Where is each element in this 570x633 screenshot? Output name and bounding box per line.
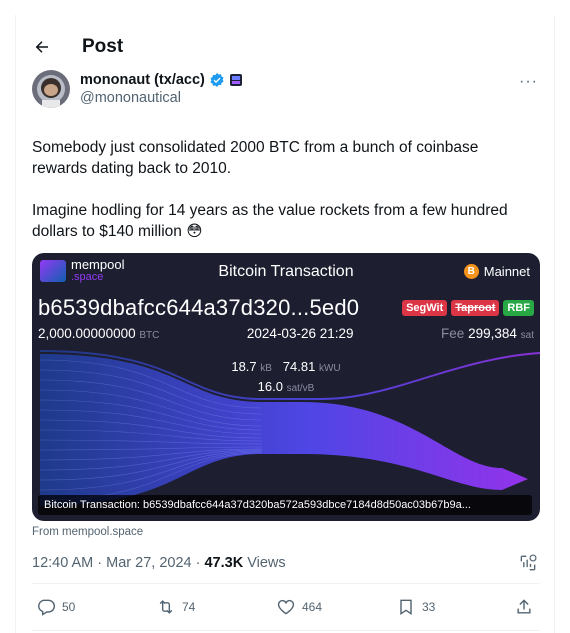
card-caption: Bitcoin Transaction: b6539dbafcc644a37d3… (38, 495, 532, 515)
repost-count: 74 (182, 600, 196, 614)
bitcoin-icon: B (463, 264, 479, 279)
feerate-stat: 16.0 sat/vB (32, 379, 540, 394)
reply-count: 50 (62, 600, 76, 614)
post-timestamp[interactable]: 12:40 AM · Mar 27, 2024 · (32, 555, 204, 571)
heart-icon (277, 599, 295, 615)
transaction-id: b6539dbafcc644a37d320...5ed0 (38, 295, 360, 320)
share-icon (517, 599, 531, 614)
weight-unit: kWU (318, 363, 341, 374)
analytics-icon (520, 554, 537, 571)
avatar[interactable] (32, 70, 70, 108)
taproot-badge: Taproot (451, 300, 500, 316)
bookmark-button[interactable]: 33 (396, 597, 435, 617)
rbf-badge: RBF (503, 300, 534, 316)
tx-size: 18.7 (231, 359, 257, 374)
views-label: Views (243, 555, 286, 571)
amount-value: 2,000.00000000 (38, 326, 136, 341)
post-meta: 12:40 AM · Mar 27, 2024 · 47.3K Views (32, 555, 286, 571)
view-count: 47.3K (204, 555, 244, 571)
tx-amount: 2,000.00000000 BTC (38, 326, 159, 341)
post-paragraph: Imagine hodling for 14 years as the valu… (32, 202, 508, 240)
tx-datetime: 2024-03-26 21:29 (246, 326, 354, 341)
tx-fee: Fee 299,384 sat (441, 326, 534, 341)
network-label: Mainnet (483, 264, 530, 279)
reply-button[interactable]: 50 (36, 597, 75, 617)
bookmark-count: 33 (422, 600, 436, 614)
share-button[interactable] (514, 597, 534, 617)
tx-weight: 74.81 (282, 359, 316, 374)
card-header: mempool .space Bitcoin Transaction B Mai… (32, 253, 540, 291)
post-text: Somebody just consolidated 2000 BTC from… (32, 137, 532, 263)
more-options-button[interactable]: ··· (519, 73, 538, 91)
verified-badge-icon (210, 73, 224, 87)
top-bar: Post (32, 27, 123, 67)
display-name-text: mononaut (tx/acc) (80, 72, 205, 88)
page-title: Post (82, 36, 124, 57)
link-preview-card[interactable]: mempool .space Bitcoin Transaction B Mai… (32, 253, 540, 521)
back-button[interactable] (32, 37, 52, 57)
affiliate-badge-icon (229, 74, 242, 86)
fee-label: Fee (441, 326, 465, 341)
bookmark-icon (400, 599, 412, 615)
arrow-left-icon (35, 41, 48, 53)
divider (32, 630, 540, 631)
display-name[interactable]: mononaut (tx/acc) (80, 71, 243, 89)
like-count: 464 (302, 600, 323, 614)
divider (32, 583, 540, 584)
card-source[interactable]: From mempool.space (32, 526, 143, 538)
post-paragraph: Somebody just consolidated 2000 BTC from… (32, 139, 479, 177)
repost-icon (159, 600, 173, 614)
txid-row: b6539dbafcc644a37d320...5ed0 SegWit Tapr… (38, 295, 534, 321)
repost-button[interactable]: 74 (156, 597, 195, 617)
segwit-badge: SegWit (402, 300, 448, 316)
size-unit: kB (260, 363, 272, 374)
amount-unit: BTC (139, 330, 160, 341)
tx-info-row: 2,000.00000000 BTC 2024-03-26 21:29 Fee … (38, 326, 534, 341)
fee-unit: sat (520, 330, 534, 341)
network-indicator: B Mainnet (463, 264, 530, 279)
fee-value: 299,384 (468, 326, 517, 341)
reply-icon (38, 599, 56, 616)
analytics-button[interactable] (518, 553, 538, 573)
more-icon: ··· (519, 73, 538, 90)
like-button[interactable]: 464 (276, 597, 322, 617)
tx-feerate: 16.0 (257, 379, 283, 394)
author-block: mononaut (tx/acc) @mononautical (32, 70, 243, 108)
size-weight-stats: 18.7 kB 74.81 kWU (32, 359, 540, 374)
post-frame: Post mononaut (tx/acc) @mononautical ···… (15, 15, 555, 633)
action-bar: 50 74 464 33 (36, 597, 536, 619)
feerate-unit: sat/vB (286, 383, 315, 394)
handle[interactable]: @mononautical (80, 89, 243, 107)
